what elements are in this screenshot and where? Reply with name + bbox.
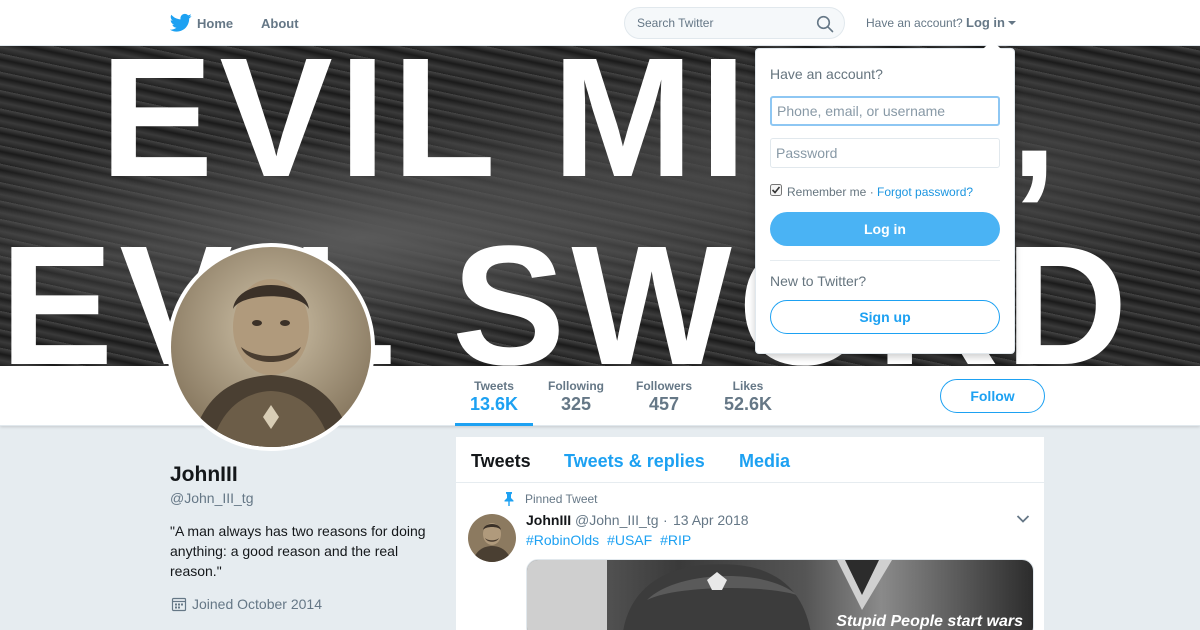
login-dropdown-toggle[interactable]: Log in <box>966 15 1005 30</box>
avatar-image <box>171 247 371 447</box>
stat-label: Likes <box>732 379 764 393</box>
have-account-text: Have an account? <box>866 16 963 30</box>
remember-me-label[interactable]: Remember me · <box>787 185 874 199</box>
stat-label: Following <box>548 379 604 393</box>
search-input[interactable]: Search Twitter <box>624 7 845 39</box>
search-placeholder: Search Twitter <box>637 16 714 30</box>
dropdown-caret <box>983 40 1001 49</box>
stat-value: 52.6K <box>724 394 773 414</box>
profile-name[interactable]: JohnIII <box>170 463 238 487</box>
tweet-avatar[interactable] <box>468 514 516 562</box>
caret-down-icon[interactable] <box>1008 21 1016 25</box>
top-nav: Home About Search Twitter Have an accoun… <box>0 0 1200 46</box>
stat-following[interactable]: Following 325 <box>548 379 604 415</box>
tab-media[interactable]: Media <box>739 451 790 472</box>
password-field[interactable] <box>770 138 1000 168</box>
tab-tweets-replies[interactable]: Tweets & replies <box>564 451 705 472</box>
remember-me-checkbox[interactable] <box>770 184 782 196</box>
timeline: Tweets Tweets & replies Media Pinned Twe… <box>456 437 1044 630</box>
active-stat-underline <box>455 423 533 426</box>
login-button[interactable]: Log in <box>770 212 1000 246</box>
stat-followers[interactable]: Followers 457 <box>636 379 692 415</box>
calendar-icon <box>171 597 187 612</box>
tweet-hashtags: #RobinOlds #USAF #RIP <box>526 532 695 548</box>
stat-value: 457 <box>648 394 680 414</box>
hashtag-link[interactable]: #RIP <box>660 532 691 548</box>
stat-value: 325 <box>560 394 592 414</box>
portrait-image <box>171 247 371 447</box>
tweet-author-name[interactable]: JohnIII <box>526 512 571 528</box>
nav-about-link[interactable]: About <box>261 16 299 31</box>
pinned-tweet-label: Pinned Tweet <box>525 492 598 506</box>
tab-tweets[interactable]: Tweets <box>471 451 531 472</box>
chevron-down-icon[interactable] <box>1016 514 1030 524</box>
dropdown-title: Have an account? <box>770 66 883 82</box>
stat-label: Tweets <box>474 379 514 393</box>
search-icon[interactable] <box>816 15 834 33</box>
username-field[interactable] <box>770 96 1000 126</box>
nav-home-link[interactable]: Home <box>197 16 233 31</box>
tweet-avatar-image <box>468 514 516 562</box>
hashtag-link[interactable]: #RobinOlds <box>526 532 599 548</box>
joined-date: Joined October 2014 <box>192 596 322 612</box>
hashtag-link[interactable]: #USAF <box>607 532 652 548</box>
new-to-twitter-text: New to Twitter? <box>770 273 867 289</box>
profile-avatar[interactable] <box>167 243 375 451</box>
forgot-password-link[interactable]: Forgot password? <box>877 185 973 199</box>
tweet-author-handle[interactable]: @John_III_tg <box>575 512 659 528</box>
stat-label: Followers <box>636 379 693 393</box>
tweet-separator: · <box>663 512 668 528</box>
tweet-date[interactable]: 13 Apr 2018 <box>673 512 749 528</box>
timeline-tabs: Tweets Tweets & replies Media <box>456 437 1044 483</box>
pin-icon <box>504 492 514 506</box>
tweet-media-image[interactable]: Stupid People start wars <box>526 559 1034 630</box>
stat-likes[interactable]: Likes 52.6K <box>724 379 772 415</box>
divider <box>770 260 1000 261</box>
media-caption: Stupid People start wars <box>836 613 1023 630</box>
follow-button[interactable]: Follow <box>940 379 1045 413</box>
signup-button[interactable]: Sign up <box>770 300 1000 334</box>
profile-bio: "A man always has two reasons for doing … <box>170 523 426 579</box>
twitter-bird-icon[interactable] <box>170 13 192 33</box>
profile-handle[interactable]: @John_III_tg <box>170 490 254 506</box>
stat-tweets[interactable]: Tweets 13.6K <box>470 379 518 415</box>
login-dropdown: Have an account? Remember me · Forgot pa… <box>755 48 1015 354</box>
stat-value: 13.6K <box>470 394 519 414</box>
